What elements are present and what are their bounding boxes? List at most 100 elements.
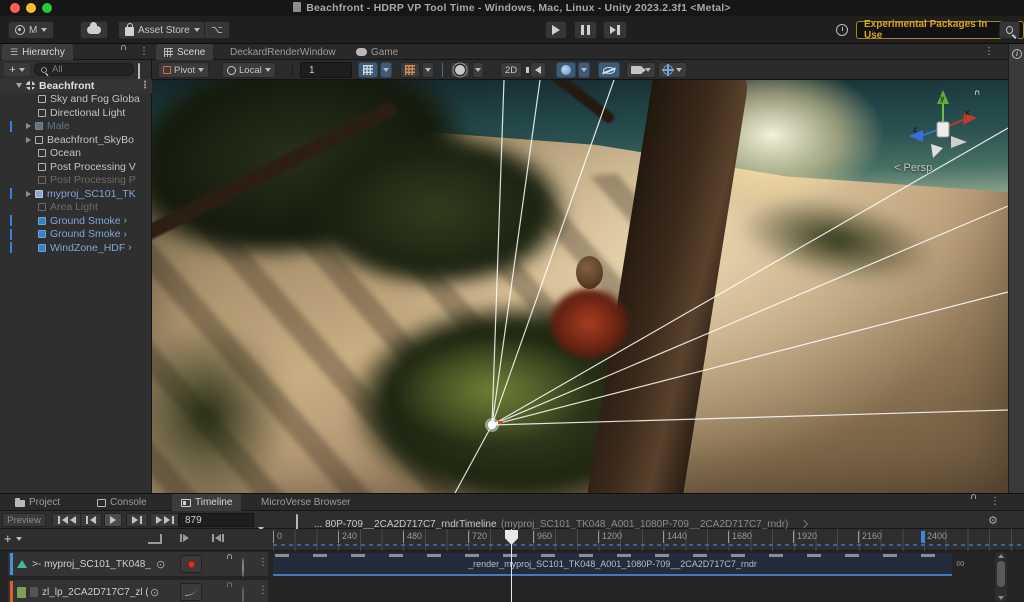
track2-name: zl_lp_2CA2D717C7_zl (S [42,587,148,598]
next-frame-button[interactable] [126,513,148,527]
hierarchy-create-button[interactable]: + [4,63,30,76]
hierarchy-item-ground-smoke-2[interactable]: Ground Smoke › [0,228,152,242]
scene-menu-button[interactable]: ⋮ [140,81,150,91]
hierarchy-item-myproj[interactable]: myproj_SC101_TK [0,187,152,201]
tool-handle-position-dropdown[interactable]: Pivot [158,62,209,78]
track1-clip[interactable]: _render_myproj_SC101_TK048_A001_1080P-70… [273,553,952,576]
hierarchy-tab-label: Hierarchy [22,47,65,58]
play-button[interactable] [545,21,567,39]
goto-start-button[interactable] [52,513,82,527]
hierarchy-search-input[interactable]: All [34,63,134,76]
hierarchy-item-ocean[interactable]: Ocean [0,147,152,161]
tab-game[interactable]: Game [348,44,406,60]
tab-project[interactable]: Project [6,494,69,511]
perspective-mode-label[interactable]: < Persp [894,162,932,174]
hierarchy-item-beachfront-skybox[interactable]: Beachfront_SkyBo [0,133,152,147]
hierarchy-item-sky-fog[interactable]: Sky and Fog Globa [0,93,152,107]
gameobject-icon [35,136,43,144]
grid-visibility-dropdown[interactable] [380,62,392,78]
timeline-play-button[interactable] [104,513,122,527]
audio-toggle[interactable] [530,62,546,78]
tab-microverse-browser[interactable]: MicroVerse Browser [252,494,359,511]
separator [442,63,443,77]
timeline-settings-button[interactable]: ⚙ [988,514,998,527]
track2-mute-button[interactable] [242,587,244,602]
effects-dropdown[interactable] [578,62,590,78]
goto-end-button[interactable] [150,513,180,527]
tab-hierarchy[interactable]: ☰ Hierarchy [2,44,73,60]
effects-toggle[interactable] [556,62,576,78]
curve-icon [185,588,197,596]
2d-mode-toggle[interactable]: 2D [500,62,522,78]
frame-number-field[interactable]: 879 [178,513,254,527]
track2-curves-button[interactable] [180,583,202,601]
scene-lighting-toggle[interactable] [450,62,470,78]
grid-snapping-dropdown[interactable] [422,62,434,78]
pause-button[interactable] [574,21,597,39]
tool-handle-rotation-dropdown[interactable]: Local [222,62,276,78]
expand-collapse-icon[interactable] [26,123,31,129]
scroll-up-arrow[interactable] [998,554,1004,558]
timeline-menu-button[interactable]: ⋮ [990,497,1000,507]
gameobject-icon [38,109,46,117]
timeline-ruler[interactable]: 0 240 480 720 960 1200 1440 1680 1920 21… [273,529,1024,551]
scene-grid-icon [164,48,173,57]
hierarchy-item-ground-smoke-1[interactable]: Ground Smoke › [0,214,152,228]
object-picker-icon[interactable]: ⊙ [156,558,165,571]
hierarchy-item-male[interactable]: Male [0,120,152,134]
expand-collapse-icon[interactable] [26,191,31,197]
grid-visibility-toggle[interactable] [358,62,378,78]
previous-frame-button[interactable] [80,513,102,527]
preview-toggle[interactable]: Preview [2,513,46,527]
marker-range-button[interactable] [212,534,224,542]
grid-size-value: 1 [309,65,315,76]
open-prefab-arrow[interactable]: › [124,215,127,226]
camera-settings-button[interactable] [626,62,656,78]
eye-off-icon [603,67,615,74]
record-icon [187,560,196,569]
hierarchy-item-beachfront[interactable]: Beachfront ⋮ [0,79,152,93]
track1-menu-button[interactable]: ⋮ [258,557,268,568]
cloud-button[interactable] [80,21,108,39]
hierarchy-item-post-processing-v[interactable]: Post Processing V [0,160,152,174]
hierarchy-menu-button[interactable]: ⋮ [139,47,149,57]
account-button[interactable]: M [8,21,54,39]
tab-scene[interactable]: Scene [156,44,213,60]
open-prefab-arrow[interactable]: › [124,229,127,240]
hierarchy-tabbar: ☰ Hierarchy ⋮ [0,44,152,60]
track2-menu-button[interactable]: ⋮ [258,585,268,596]
expand-collapse-icon[interactable] [16,83,22,88]
insert-frame-button[interactable] [180,534,189,542]
scene-lighting-dropdown[interactable] [472,62,484,78]
tab-timeline[interactable]: Timeline [172,494,241,511]
info-icon: i [1012,49,1022,59]
track1-record-button[interactable] [180,555,202,573]
track1-name: myproj_SC101_TK048_ [44,559,154,570]
hidden-objects-toggle[interactable] [598,62,620,78]
gizmos-dropdown[interactable] [658,62,687,78]
expand-collapse-icon[interactable] [26,137,31,143]
version-control-button[interactable] [204,21,230,39]
scene-view-menu-button[interactable]: ⋮ [984,47,994,57]
grid-snapping-toggle[interactable] [400,62,420,78]
scene-viewport[interactable]: y x z < Persp [152,80,1008,493]
add-track-button[interactable]: + [4,533,22,545]
hierarchy-item-directional-light[interactable]: Directional Light [0,106,152,120]
search-button[interactable] [999,21,1020,39]
step-button[interactable] [603,21,627,39]
hierarchy-item-windzone[interactable]: WindZone_HDF › [0,241,152,255]
track1-mute-button[interactable] [242,559,244,577]
game-controller-icon [356,48,367,56]
hierarchy-item-area-light[interactable]: Area Light [0,201,152,215]
collapsed-inspector-strip[interactable]: i [1008,44,1024,493]
open-prefab-arrow[interactable]: › [128,242,131,253]
tab-deckard-render-window[interactable]: DeckardRenderWindow [222,44,344,60]
hierarchy-item-post-processing-p[interactable]: Post Processing P [0,174,152,188]
asset-store-button[interactable]: Asset Store [118,21,207,39]
curves-view-button[interactable] [148,534,162,544]
undo-history-button[interactable] [830,21,854,39]
object-picker-icon[interactable]: ⊙ [150,586,159,599]
grid-size-field[interactable]: 1 [300,62,352,78]
view-orientation-gizmo[interactable]: y x z [887,88,997,168]
tab-console[interactable]: Console [88,494,156,511]
